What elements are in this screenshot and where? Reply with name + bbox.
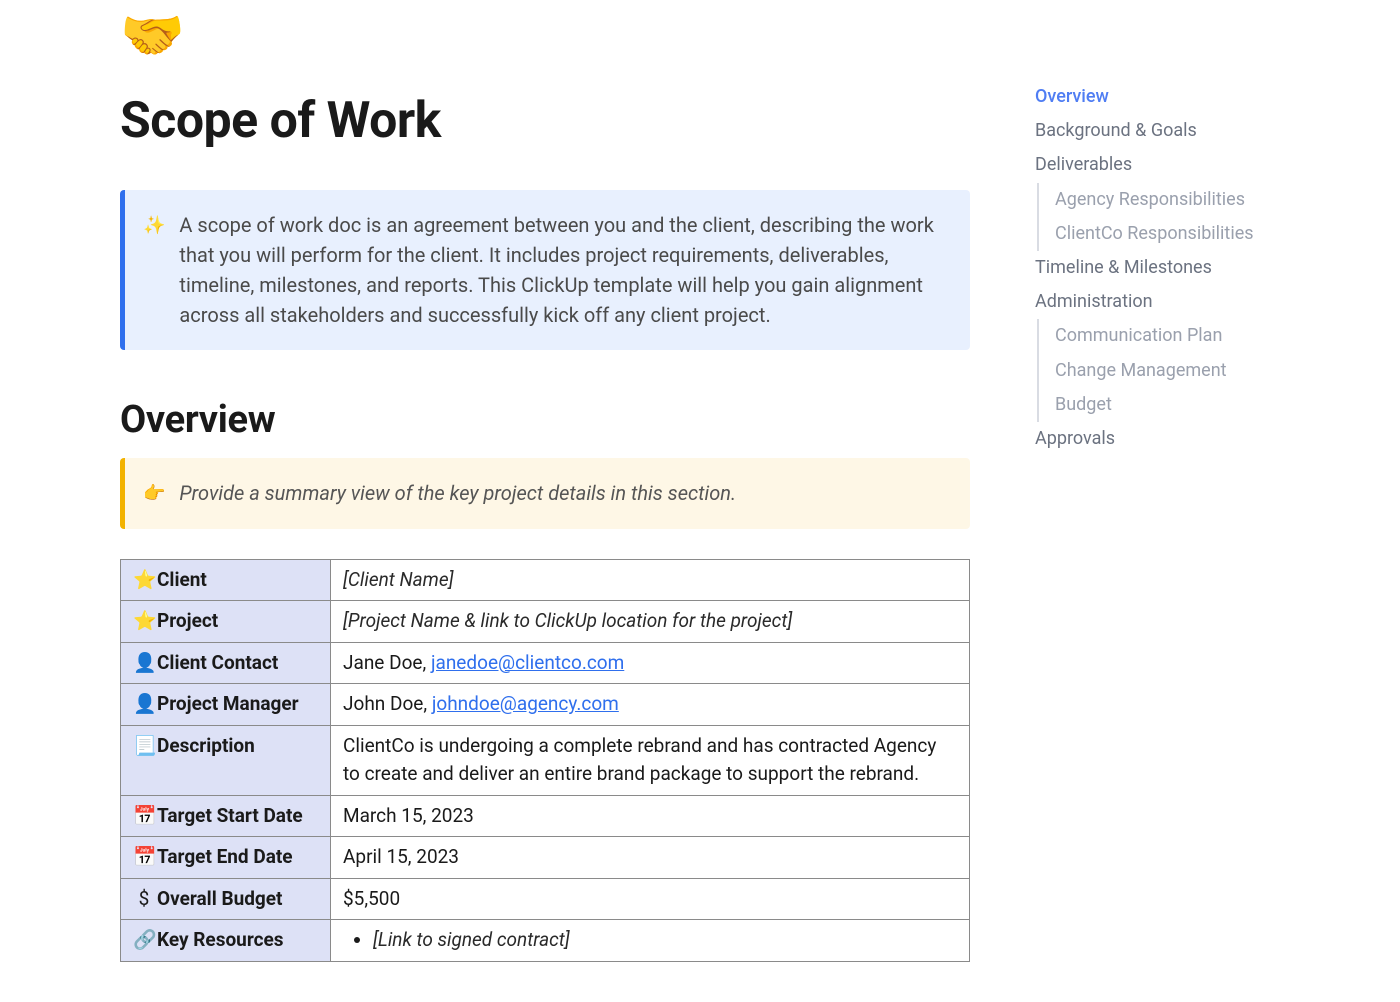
overview-hint-text: Provide a summary view of the key projec…	[179, 478, 736, 508]
outline-item-change-mgmt[interactable]: Change Management	[1055, 354, 1285, 388]
overview-heading: Overview	[120, 398, 970, 442]
row-label-start-date: 📅Target Start Date	[121, 795, 331, 837]
table-row: 📅Target Start Date March 15, 2023	[121, 795, 970, 837]
intro-callout: ✨ A scope of work doc is an agreement be…	[120, 190, 970, 350]
sparkles-icon: ✨	[143, 212, 165, 241]
label-text: Project	[157, 609, 218, 632]
outline-item-approvals[interactable]: Approvals	[1035, 422, 1285, 456]
page-icon: 📃	[133, 732, 155, 761]
row-value-description[interactable]: ClientCo is undergoing a complete rebran…	[331, 725, 970, 795]
row-value-start-date[interactable]: March 15, 2023	[331, 795, 970, 837]
outline-item-comm-plan[interactable]: Communication Plan	[1055, 319, 1285, 353]
table-row: 👤Client Contact Jane Doe, janedoe@client…	[121, 642, 970, 684]
outline-subgroup: Agency Responsibilities ClientCo Respons…	[1037, 183, 1285, 251]
table-row: 👤Project Manager John Doe, johndoe@agenc…	[121, 684, 970, 726]
label-text: Target End Date	[157, 845, 293, 868]
outline-subgroup: Communication Plan Change Management Bud…	[1037, 319, 1285, 422]
outline-item-deliverables[interactable]: Deliverables	[1035, 148, 1285, 182]
overview-hint-callout: 👉 Provide a summary view of the key proj…	[120, 458, 970, 529]
row-label-project: ⭐Project	[121, 601, 331, 643]
row-value-client-contact[interactable]: Jane Doe, janedoe@clientco.com	[331, 642, 970, 684]
dollar-icon: $	[133, 885, 155, 914]
row-value-project-manager[interactable]: John Doe, johndoe@agency.com	[331, 684, 970, 726]
row-label-budget: $Overall Budget	[121, 878, 331, 920]
row-value-client[interactable]: [Client Name]	[331, 559, 970, 601]
table-row: ⭐Client [Client Name]	[121, 559, 970, 601]
pointing-right-icon: 👉	[143, 480, 165, 509]
row-value-resources[interactable]: [Link to signed contract]	[331, 920, 970, 962]
table-row: 📅Target End Date April 15, 2023	[121, 837, 970, 879]
row-value-budget[interactable]: $5,500	[331, 878, 970, 920]
resource-link-placeholder[interactable]: [Link to signed contract]	[373, 928, 570, 951]
row-label-client-contact: 👤Client Contact	[121, 642, 331, 684]
calendar-icon: 📅	[133, 843, 155, 872]
placeholder-text: [Project Name & link to ClickUp location…	[343, 609, 792, 632]
calendar-icon: 📅	[133, 802, 155, 831]
label-text: Key Resources	[157, 928, 284, 951]
table-row: ⭐Project [Project Name & link to ClickUp…	[121, 601, 970, 643]
row-label-description: 📃Description	[121, 725, 331, 795]
placeholder-text: [Client Name]	[343, 568, 453, 591]
contact-email-link[interactable]: johndoe@agency.com	[432, 692, 619, 715]
outline-item-agency-resp[interactable]: Agency Responsibilities	[1055, 183, 1285, 217]
document-main: 🤝 Scope of Work ✨ A scope of work doc is…	[0, 0, 1030, 1002]
contact-name: Jane Doe,	[343, 651, 431, 674]
overview-table: ⭐Client [Client Name] ⭐Project [Project …	[120, 559, 970, 962]
row-label-resources: 🔗Key Resources	[121, 920, 331, 962]
table-row: $Overall Budget $5,500	[121, 878, 970, 920]
label-text: Client Contact	[157, 651, 278, 674]
label-text: Description	[157, 734, 255, 757]
star-icon: ⭐	[133, 566, 155, 595]
outline-item-clientco-resp[interactable]: ClientCo Responsibilities	[1055, 217, 1285, 251]
outline-item-background[interactable]: Background & Goals	[1035, 114, 1285, 148]
contact-name: John Doe,	[343, 692, 432, 715]
label-text: Overall Budget	[157, 887, 282, 910]
label-text: Client	[157, 568, 207, 591]
label-text: Project Manager	[157, 692, 299, 715]
page-emoji[interactable]: 🤝	[120, 10, 970, 62]
table-row: 📃Description ClientCo is undergoing a co…	[121, 725, 970, 795]
contact-email-link[interactable]: janedoe@clientco.com	[431, 651, 624, 674]
table-row: 🔗Key Resources [Link to signed contract]	[121, 920, 970, 962]
star-icon: ⭐	[133, 607, 155, 636]
link-icon: 🔗	[133, 926, 155, 955]
document-outline: Overview Background & Goals Deliverables…	[1035, 80, 1285, 456]
person-icon: 👤	[133, 649, 155, 678]
outline-item-overview[interactable]: Overview	[1035, 80, 1285, 114]
row-value-end-date[interactable]: April 15, 2023	[331, 837, 970, 879]
intro-callout-text: A scope of work doc is an agreement betw…	[179, 210, 946, 330]
row-label-project-manager: 👤Project Manager	[121, 684, 331, 726]
outline-item-timeline[interactable]: Timeline & Milestones	[1035, 251, 1285, 285]
row-label-client: ⭐Client	[121, 559, 331, 601]
label-text: Target Start Date	[157, 804, 303, 827]
row-value-project[interactable]: [Project Name & link to ClickUp location…	[331, 601, 970, 643]
page-title: Scope of Work	[120, 92, 970, 150]
person-icon: 👤	[133, 690, 155, 719]
row-label-end-date: 📅Target End Date	[121, 837, 331, 879]
outline-item-budget[interactable]: Budget	[1055, 388, 1285, 422]
outline-item-administration[interactable]: Administration	[1035, 285, 1285, 319]
